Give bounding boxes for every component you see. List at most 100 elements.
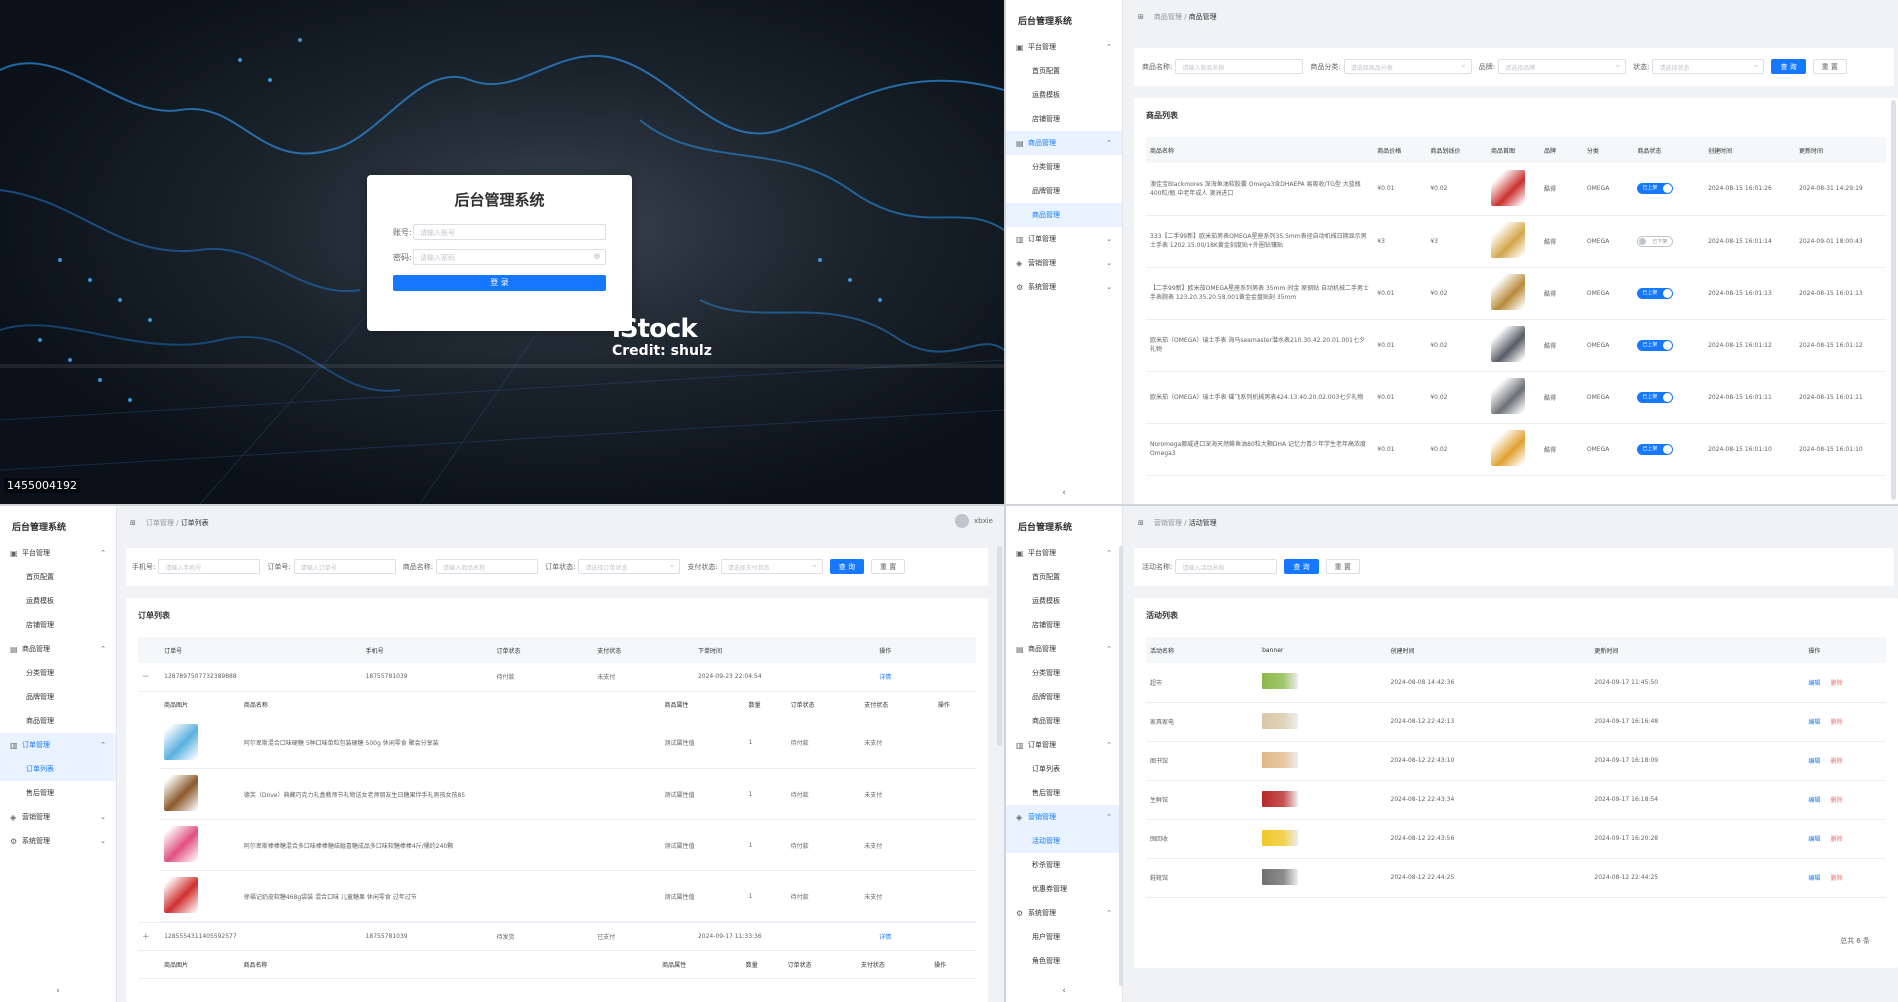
- brand-select[interactable]: 请选择品牌: [1498, 59, 1627, 74]
- edit-link[interactable]: 编辑: [1808, 797, 1820, 804]
- menu-fold-icon[interactable]: ⊞: [130, 519, 136, 527]
- status-switch[interactable]: 已上架: [1637, 391, 1674, 403]
- collapse-icon[interactable]: ‹: [1006, 986, 1122, 996]
- status-select[interactable]: 请选择状态: [1652, 59, 1765, 74]
- edit-link[interactable]: 编辑: [1808, 719, 1820, 726]
- menu-brand[interactable]: 品牌管理: [1006, 685, 1122, 709]
- menu-role[interactable]: 角色管理: [1006, 949, 1122, 973]
- reset-button[interactable]: 重 置: [871, 559, 906, 574]
- search-button[interactable]: 查 询: [829, 559, 865, 574]
- menu-system[interactable]: ⚙ 系统管理 ⌄: [0, 829, 116, 853]
- category-select[interactable]: 请选择商品分类: [1343, 59, 1472, 74]
- password-input[interactable]: 请输入密码 ◎: [413, 249, 606, 265]
- menu-marketing[interactable]: ◈ 营销管理 ⌄: [1006, 251, 1122, 275]
- menu-order[interactable]: ▥ 订单管理 ⌄: [1006, 227, 1122, 251]
- menu-store[interactable]: 店铺管理: [0, 613, 116, 637]
- scrollbar[interactable]: [997, 546, 1002, 746]
- search-button[interactable]: 查 询: [1771, 59, 1806, 74]
- user-menu[interactable]: xbxie: [955, 514, 993, 528]
- menu-seckill[interactable]: 秒杀管理: [1006, 853, 1122, 877]
- edit-link[interactable]: 编辑: [1808, 680, 1820, 687]
- menu-goods-mgmt[interactable]: 商品管理: [1006, 203, 1122, 227]
- status-switch[interactable]: 已下架: [1637, 235, 1674, 247]
- actions-cell: 编辑 删除: [1804, 741, 1886, 781]
- pay-status-select[interactable]: 请选择支付状态: [720, 559, 823, 574]
- edit-link[interactable]: 编辑: [1808, 758, 1820, 765]
- expand-toggle-icon[interactable]: +: [138, 922, 161, 951]
- banner-thumbnail: [1262, 790, 1299, 807]
- menu-home-config[interactable]: 首页配置: [0, 565, 116, 589]
- menu-marketing[interactable]: ◈ 营销管理 ⌃: [1006, 805, 1122, 829]
- menu-home-config[interactable]: 首页配置: [1006, 565, 1122, 589]
- account-input[interactable]: 请输入账号: [413, 224, 606, 240]
- menu-system[interactable]: ⚙ 系统管理 ⌃: [1006, 901, 1122, 925]
- chevron-up-icon: ⌃: [1106, 741, 1112, 749]
- order-no-input[interactable]: 请输入订单号: [293, 559, 396, 574]
- goods-name-input[interactable]: 请输入商品名称: [1175, 59, 1304, 74]
- status-switch[interactable]: 已上架: [1637, 287, 1674, 299]
- edit-link[interactable]: 编辑: [1808, 836, 1820, 843]
- order-detail-link[interactable]: 详情: [875, 663, 976, 692]
- menu-activity[interactable]: 活动管理: [1006, 829, 1122, 853]
- menu-freight[interactable]: 运费模板: [1006, 589, 1122, 613]
- menu-fold-icon[interactable]: ⊞: [1138, 519, 1144, 527]
- menu-category[interactable]: 分类管理: [1006, 155, 1122, 179]
- menu-home-config[interactable]: 首页配置: [1006, 59, 1122, 83]
- login-button[interactable]: 登 录: [393, 275, 606, 291]
- reset-button[interactable]: 重 置: [1812, 59, 1847, 74]
- menu-order[interactable]: ▥ 订单管理 ⌃: [0, 733, 116, 757]
- item-qty: 1: [744, 870, 787, 922]
- menu-platform[interactable]: ▣ 平台管理 ⌃: [1006, 541, 1122, 565]
- menu-goods-mgmt[interactable]: 商品管理: [1006, 709, 1122, 733]
- menu-after-sale[interactable]: 售后管理: [1006, 781, 1122, 805]
- menu-coupon[interactable]: 优惠券管理: [1006, 877, 1122, 901]
- sidebar-scrollbar[interactable]: [1119, 546, 1123, 986]
- menu-goods[interactable]: ▤ 商品管理 ⌃: [1006, 131, 1122, 155]
- order-detail-link[interactable]: 详情: [875, 922, 976, 951]
- menu-goods[interactable]: ▤ 商品管理 ⌃: [1006, 637, 1122, 661]
- activity-name-input[interactable]: 请输入活动名称: [1175, 559, 1278, 574]
- collapse-icon[interactable]: ‹: [0, 986, 116, 996]
- status-switch[interactable]: 已上架: [1637, 443, 1674, 455]
- status-switch[interactable]: 已上架: [1637, 183, 1674, 195]
- menu-after-sale[interactable]: 售后管理: [0, 781, 116, 805]
- menu-store[interactable]: 店铺管理: [1006, 613, 1122, 637]
- eye-icon[interactable]: ◎: [594, 252, 600, 260]
- menu-goods[interactable]: ▤ 商品管理 ⌃: [0, 637, 116, 661]
- expand-toggle-icon[interactable]: −: [138, 663, 161, 692]
- delete-link[interactable]: 删除: [1830, 758, 1842, 765]
- reset-button[interactable]: 重 置: [1325, 559, 1360, 574]
- phone-input[interactable]: 请输入手机号: [158, 559, 261, 574]
- delete-link[interactable]: 删除: [1830, 719, 1842, 726]
- delete-link[interactable]: 删除: [1830, 875, 1842, 882]
- menu-category[interactable]: 分类管理: [0, 661, 116, 685]
- collapse-icon[interactable]: ‹: [1006, 488, 1122, 498]
- menu-order-list[interactable]: 订单列表: [1006, 757, 1122, 781]
- menu-brand[interactable]: 品牌管理: [1006, 179, 1122, 203]
- banner-thumbnail: [1262, 829, 1299, 846]
- goods-thumbnail: [1490, 274, 1525, 310]
- menu-system[interactable]: ⚙ 系统管理 ⌄: [1006, 275, 1122, 299]
- edit-link[interactable]: 编辑: [1808, 875, 1820, 882]
- delete-link[interactable]: 删除: [1830, 836, 1842, 843]
- scrollbar[interactable]: [1891, 100, 1896, 500]
- menu-brand[interactable]: 品牌管理: [0, 685, 116, 709]
- menu-freight[interactable]: 运费模板: [1006, 83, 1122, 107]
- menu-fold-icon[interactable]: ⊞: [1138, 13, 1144, 21]
- goods-name-input[interactable]: 请输入商品名称: [436, 559, 539, 574]
- status-switch[interactable]: 已上架: [1637, 339, 1674, 351]
- menu-marketing[interactable]: ◈ 营销管理 ⌄: [0, 805, 116, 829]
- order-status-select[interactable]: 请选择订单状态: [578, 559, 681, 574]
- delete-link[interactable]: 删除: [1830, 797, 1842, 804]
- menu-freight[interactable]: 运费模板: [0, 589, 116, 613]
- menu-order[interactable]: ▥ 订单管理 ⌃: [1006, 733, 1122, 757]
- menu-user[interactable]: 用户管理: [1006, 925, 1122, 949]
- delete-link[interactable]: 删除: [1830, 680, 1842, 687]
- search-button[interactable]: 查 询: [1284, 559, 1319, 574]
- menu-goods-mgmt[interactable]: 商品管理: [0, 709, 116, 733]
- menu-platform[interactable]: ▣ 平台管理 ⌃: [1006, 35, 1122, 59]
- menu-order-list[interactable]: 订单列表: [0, 757, 116, 781]
- menu-store[interactable]: 店铺管理: [1006, 107, 1122, 131]
- menu-category[interactable]: 分类管理: [1006, 661, 1122, 685]
- menu-platform[interactable]: ▣ 平台管理 ⌃: [0, 541, 116, 565]
